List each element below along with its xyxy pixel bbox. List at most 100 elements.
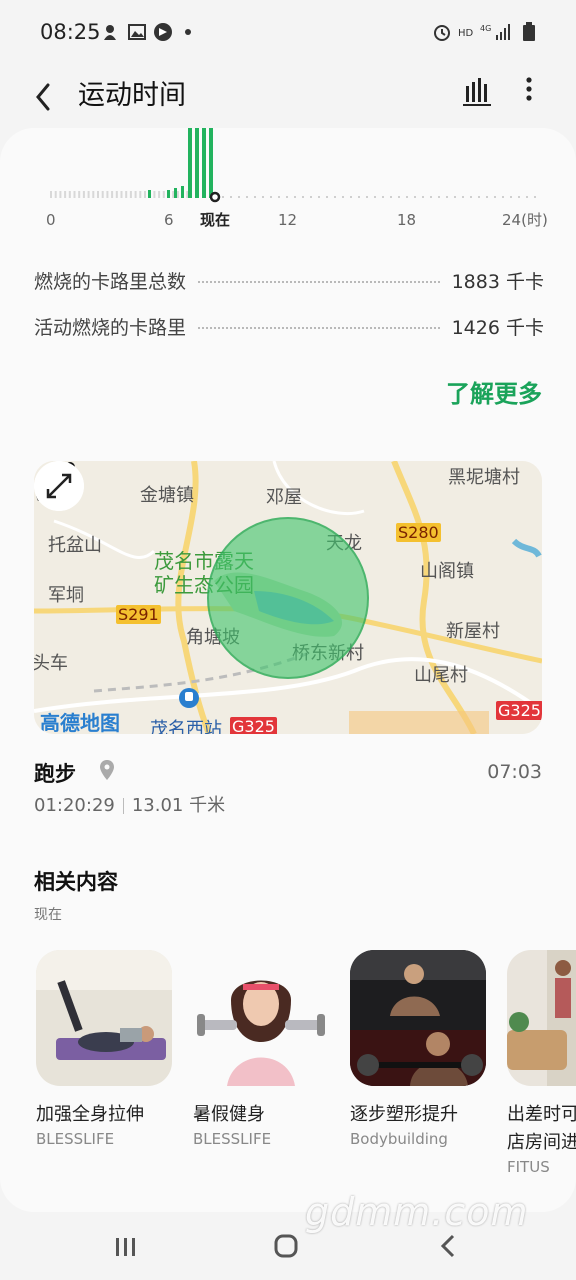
empty-tick <box>129 191 132 198</box>
map-label: 新屋村 <box>446 621 500 642</box>
map-label: 邓屋 <box>266 487 302 508</box>
related-title: 相关内容 <box>34 870 118 894</box>
empty-tick <box>78 191 81 198</box>
hourly-activity-chart: 0 6 现在 12 18 24(时) <box>46 128 548 229</box>
gallery-icon <box>128 24 146 40</box>
empty-tick <box>144 191 146 198</box>
screen: 08:25 HD 4G 运动时间 0 6 现在 12 18 24(时) 燃烧的卡… <box>0 0 576 1280</box>
empty-tick <box>115 191 118 198</box>
empty-tick <box>50 191 52 198</box>
activity-bar <box>202 128 206 198</box>
related-subtitle: 现在 <box>34 907 62 923</box>
empty-tick <box>134 191 137 198</box>
empty-tick <box>176 191 179 198</box>
stat-row-total-calories: 燃烧的卡路里总数 1883 千卡 <box>34 264 544 296</box>
empty-tick <box>59 191 62 198</box>
train-station-icon <box>179 688 199 708</box>
stat-row-active-calories: 活动燃烧的卡路里 1426 千卡 <box>34 310 544 342</box>
map-label: 托盆山 <box>48 535 102 556</box>
road-badge: G325 <box>230 717 277 734</box>
empty-tick <box>73 191 76 198</box>
empty-tick <box>106 191 109 198</box>
dotted-leader <box>198 281 440 283</box>
map-label: 金塘镇 <box>140 485 194 506</box>
map-label: 黑坭塘村 <box>448 467 520 488</box>
related-item-source: FITUS <box>507 1158 550 1176</box>
app-bar: 运动时间 <box>0 64 576 128</box>
dotted-leader <box>198 327 440 329</box>
empty-tick <box>64 191 67 198</box>
notification-icon <box>104 25 116 40</box>
activity-bar <box>174 188 177 198</box>
empty-tick <box>153 191 156 198</box>
related-item[interactable]: 暑假健身 BLESSLIFE <box>193 950 329 1148</box>
empty-tick <box>125 191 128 198</box>
svg-text:4G: 4G <box>480 24 491 33</box>
app-notification-icon <box>154 23 172 41</box>
empty-tick <box>82 191 85 198</box>
axis-label-now: 现在 <box>200 211 230 229</box>
empty-tick <box>111 191 114 198</box>
meta-divider <box>122 798 124 814</box>
thumbnail-image <box>193 950 329 1086</box>
map-label: 头车 <box>34 653 68 674</box>
empty-tick <box>68 191 71 198</box>
road-badge: G325 <box>496 701 542 720</box>
empty-tick <box>162 191 165 198</box>
battery-icon <box>523 22 535 41</box>
chart-icon[interactable] <box>458 72 496 112</box>
empty-tick <box>120 191 123 198</box>
recent-apps-button[interactable] <box>96 1226 156 1266</box>
activity-bar <box>195 128 199 198</box>
location-pin-icon <box>100 760 114 780</box>
thumbnail-image <box>507 950 576 1086</box>
signal-4g-icon: 4G <box>480 24 510 40</box>
learn-more-link[interactable]: 了解更多 <box>446 374 542 409</box>
axis-label: 24(时) <box>502 211 548 229</box>
stat-label: 燃烧的卡路里总数 <box>34 270 187 293</box>
related-item-source: Bodybuilding <box>350 1130 448 1148</box>
activity-bar <box>181 186 184 198</box>
back-button[interactable] <box>26 72 66 122</box>
amap-logo: 高德地图 <box>40 711 120 734</box>
page-title: 运动时间 <box>78 80 186 111</box>
axis-label: 12 <box>278 211 297 229</box>
related-item-source: BLESSLIFE <box>36 1130 115 1148</box>
related-item-title-line2: 店房间进 <box>507 1132 576 1153</box>
stat-label: 活动燃烧的卡路里 <box>34 316 187 339</box>
related-item[interactable]: 加强全身拉伸 BLESSLIFE <box>36 950 172 1148</box>
empty-tick <box>139 191 142 198</box>
empty-tick <box>158 191 161 198</box>
status-time: 08:25 <box>40 20 101 44</box>
now-marker <box>209 191 221 203</box>
stat-value: 1426 千卡 <box>451 316 544 339</box>
hd-icon: HD <box>458 28 474 39</box>
empty-tick <box>54 191 57 198</box>
more-options-icon[interactable] <box>514 72 544 112</box>
related-item-title: 出差时可在酒 <box>507 1104 576 1125</box>
related-item[interactable]: 出差时可在酒 店房间进 FITUS <box>507 950 576 1176</box>
thumbnail-image <box>36 950 172 1086</box>
expand-map-icon[interactable] <box>34 461 84 511</box>
axis-label: 6 <box>164 211 174 229</box>
route-map[interactable]: 金塘镇 邓屋 黑坭塘村 托盆山 天龙 茂名市露天 矿生态公园 军垌 山阁镇 角塘… <box>34 461 542 734</box>
exercise-name: 跑步 <box>34 762 76 786</box>
thumbnail-image <box>350 950 486 1086</box>
empty-tick <box>92 191 95 198</box>
road-badge: S280 <box>396 523 441 542</box>
related-item-title: 逐步塑形提升 <box>350 1104 458 1125</box>
activity-bar <box>167 190 170 198</box>
axis-label: 0 <box>46 211 56 229</box>
empty-tick <box>87 191 90 198</box>
stat-value: 1883 千卡 <box>451 270 544 293</box>
watermark: gdmm.com <box>305 1190 529 1234</box>
empty-tick <box>101 191 104 198</box>
map-label: 山尾村 <box>414 665 468 686</box>
activity-bar <box>188 128 192 198</box>
more-notifications-dot-icon <box>185 29 191 35</box>
content-card: 0 6 现在 12 18 24(时) 燃烧的卡路里总数 1883 千卡 活动燃烧… <box>0 128 576 1212</box>
empty-tick <box>97 191 99 198</box>
related-item-title: 加强全身拉伸 <box>36 1104 144 1125</box>
related-item[interactable]: 逐步塑形提升 Bodybuilding <box>350 950 486 1148</box>
map-label: 山阁镇 <box>420 561 474 582</box>
